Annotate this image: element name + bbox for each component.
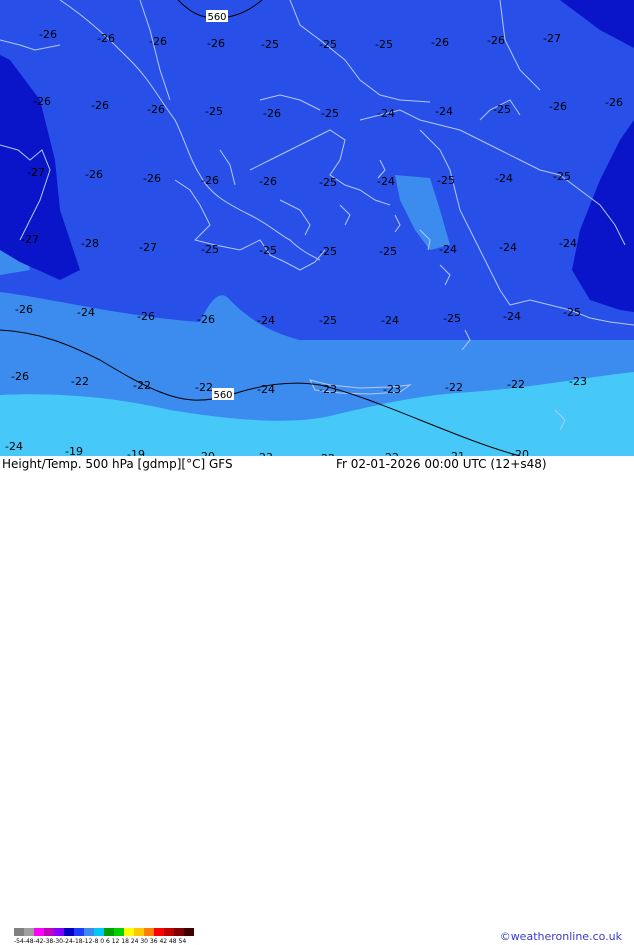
- temperature-label: -26: [33, 95, 51, 108]
- temperature-label: -26: [149, 35, 167, 48]
- temperature-label: -23: [319, 383, 337, 396]
- temperature-label: -26: [487, 34, 505, 47]
- temperature-label: -25: [379, 245, 397, 258]
- temperature-label: -27: [27, 166, 45, 179]
- legend-swatch: [104, 928, 114, 936]
- map-canvas: 560 560 -26 -26 -26 -26 -25 -25 -25 -26 -26 -27 -2…: [0, 0, 634, 456]
- temperature-label: -24: [377, 107, 395, 120]
- temperature-label: -25: [319, 176, 337, 189]
- temperature-label: -24: [435, 105, 453, 118]
- temperature-label: -25: [261, 38, 279, 51]
- color-legend: [14, 928, 194, 936]
- temperature-label: -20: [511, 448, 529, 456]
- temperature-label: -27: [543, 32, 561, 45]
- temperature-label: -22: [195, 381, 213, 394]
- temperature-label: -26: [91, 99, 109, 112]
- temperature-label: -26: [147, 103, 165, 116]
- legend-swatch: [34, 928, 44, 936]
- legend-swatch: [74, 928, 84, 936]
- temperature-label: -19: [65, 445, 83, 456]
- temperature-label: -27: [21, 233, 39, 246]
- temperature-label: -22: [133, 379, 151, 392]
- temperature-label: -26: [207, 37, 225, 50]
- temperature-label: -24: [257, 383, 275, 396]
- legend-swatch: [114, 928, 124, 936]
- footer: Height/Temp. 500 hPa [gdmp][°C] GFS Fr 0…: [0, 456, 634, 945]
- temperature-label: -25: [259, 244, 277, 257]
- temperature-label: -24: [499, 241, 517, 254]
- legend-swatch: [164, 928, 174, 936]
- contour-label: 560: [207, 12, 226, 23]
- legend-swatch: [64, 928, 74, 936]
- temperature-label: -26: [549, 100, 567, 113]
- legend-swatch: [124, 928, 134, 936]
- temperature-label: -24: [381, 314, 399, 327]
- temperature-label: -24: [5, 440, 23, 453]
- legend-swatch: [134, 928, 144, 936]
- temperature-label: -24: [257, 314, 275, 327]
- temperature-label: -27: [139, 241, 157, 254]
- legend-swatch: [54, 928, 64, 936]
- temperature-label: -26: [431, 36, 449, 49]
- temperature-label: -22: [507, 378, 525, 391]
- temperature-label: -25: [437, 174, 455, 187]
- weather-map: 560 560 -26 -26 -26 -26 -25 -25 -25 -26 -26 -27 -2…: [0, 0, 634, 456]
- temperature-label: -26: [143, 172, 161, 185]
- temperature-label: -26: [97, 32, 115, 45]
- legend-swatch: [14, 928, 24, 936]
- temperature-label: -24: [377, 175, 395, 188]
- legend-swatch: [144, 928, 154, 936]
- temperature-label: -24: [439, 243, 457, 256]
- temperature-label: -23: [569, 375, 587, 388]
- legend-swatch: [44, 928, 54, 936]
- legend-swatch: [24, 928, 34, 936]
- temperature-label: -19: [127, 448, 145, 456]
- temperature-label: -25: [443, 312, 461, 325]
- legend-swatch: [94, 928, 104, 936]
- contour-label: 560: [213, 390, 232, 401]
- temperature-label: -24: [559, 237, 577, 250]
- chart-title: Height/Temp. 500 hPa [gdmp][°C] GFS: [2, 457, 233, 471]
- temperature-label: -26: [605, 96, 623, 109]
- temperature-label: -22: [445, 381, 463, 394]
- temperature-label: -26: [85, 168, 103, 181]
- legend-swatch: [174, 928, 184, 936]
- temperature-label: -26: [11, 370, 29, 383]
- temperature-label: -24: [495, 172, 513, 185]
- temperature-label: -26: [259, 175, 277, 188]
- temperature-label: -25: [321, 107, 339, 120]
- temperature-label: -25: [319, 314, 337, 327]
- credit-link[interactable]: ©weatheronline.co.uk: [500, 930, 622, 943]
- temperature-label: -25: [375, 38, 393, 51]
- temperature-label: -28: [81, 237, 99, 250]
- temperature-label: -26: [15, 303, 33, 316]
- temperature-label: -23: [383, 383, 401, 396]
- temperature-label: -25: [205, 105, 223, 118]
- legend-swatch: [184, 928, 194, 936]
- legend-swatch: [154, 928, 164, 936]
- temperature-label: -25: [319, 38, 337, 51]
- legend-tick-labels: -54-48-42-38-30-24-18-12-8 0 6 12 18 24 …: [14, 938, 187, 945]
- temperature-label: -25: [201, 243, 219, 256]
- temperature-label: -24: [503, 310, 521, 323]
- legend-swatch: [84, 928, 94, 936]
- temperature-label: -24: [77, 306, 95, 319]
- temperature-label: -25: [563, 306, 581, 319]
- temperature-label: -26: [263, 107, 281, 120]
- temperature-label: -26: [137, 310, 155, 323]
- temperature-label: -25: [319, 245, 337, 258]
- valid-time: Fr 02-01-2026 00:00 UTC (12+s48): [336, 457, 547, 471]
- temperature-label: -26: [201, 174, 219, 187]
- temperature-label: -25: [493, 103, 511, 116]
- temperature-label: -25: [553, 170, 571, 183]
- temperature-label: -22: [71, 375, 89, 388]
- temperature-label: -26: [39, 28, 57, 41]
- temperature-label: -26: [197, 313, 215, 326]
